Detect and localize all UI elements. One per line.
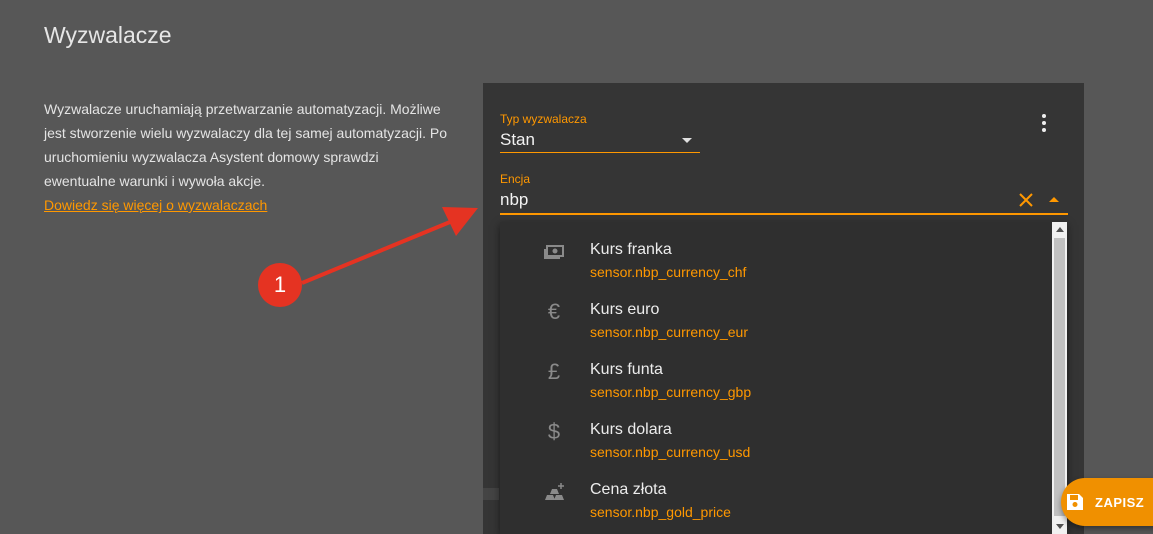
menu-dot-icon <box>1042 121 1046 125</box>
save-label: ZAPISZ <box>1095 495 1145 510</box>
page-title: Wyzwalacze <box>44 22 172 48</box>
dollar-icon: $ <box>547 419 561 444</box>
option-name: Kurs dolara <box>590 421 672 438</box>
list-item[interactable]: £ Kurs funta sensor.nbp_currency_gbp <box>500 342 1052 402</box>
menu-dot-icon <box>1042 128 1046 132</box>
option-name: Cena złota <box>590 481 667 498</box>
entity-dropdown-list: Kurs franka sensor.nbp_currency_chf € Ku… <box>500 222 1067 534</box>
option-name: Kurs euro <box>590 301 660 318</box>
menu-dot-icon <box>1042 114 1046 118</box>
description-text: Wyzwalacze uruchamiają przetwarzanie aut… <box>44 101 448 189</box>
gold-icon <box>545 483 564 500</box>
list-item[interactable]: Kurs franka sensor.nbp_currency_chf <box>500 222 1052 282</box>
overflow-menu-button[interactable] <box>1032 111 1056 135</box>
trigger-type-label: Typ wyzwalacza <box>500 112 587 126</box>
list-item[interactable]: $ Kurs dolara sensor.nbp_currency_usd <box>500 402 1052 462</box>
card-divider <box>483 488 499 500</box>
trigger-type-value: Stan <box>500 130 535 149</box>
option-entity-id: sensor.nbp_currency_gbp <box>590 384 752 400</box>
scroll-up-icon[interactable] <box>1056 227 1064 232</box>
list-item[interactable]: Cena złota sensor.nbp_gold_price <box>500 462 1052 522</box>
trigger-type-select[interactable]: Stan <box>500 128 700 153</box>
annotation-badge: 1 <box>258 263 302 307</box>
scroll-down-icon[interactable] <box>1056 524 1064 529</box>
pound-icon: £ <box>547 359 561 384</box>
option-entity-id: sensor.nbp_currency_eur <box>590 324 748 340</box>
scroll-thumb[interactable] <box>1054 238 1065 516</box>
chevron-up-icon[interactable] <box>1049 197 1059 202</box>
dropdown-arrow-icon <box>682 138 692 143</box>
list-item[interactable]: € Kurs euro sensor.nbp_currency_eur <box>500 282 1052 342</box>
option-entity-id: sensor.nbp_currency_chf <box>590 264 747 280</box>
floppy-disk-icon <box>1067 494 1083 510</box>
option-name: Kurs funta <box>590 361 663 378</box>
entity-input[interactable] <box>500 188 1000 212</box>
entity-combobox <box>500 188 1068 215</box>
save-button[interactable]: ZAPISZ <box>1061 478 1153 526</box>
cash-icon <box>544 245 564 259</box>
trigger-description: Wyzwalacze uruchamiają przetwarzanie aut… <box>44 97 454 217</box>
entity-label: Encja <box>500 172 531 186</box>
option-name: Kurs franka <box>590 241 672 258</box>
learn-more-link[interactable]: Dowiedz się więcej o wyzwalaczach <box>44 197 267 213</box>
option-entity-id: sensor.nbp_currency_usd <box>590 444 751 460</box>
euro-icon: € <box>547 299 561 324</box>
close-icon[interactable] <box>1016 190 1036 210</box>
option-entity-id: sensor.nbp_gold_price <box>590 504 731 520</box>
